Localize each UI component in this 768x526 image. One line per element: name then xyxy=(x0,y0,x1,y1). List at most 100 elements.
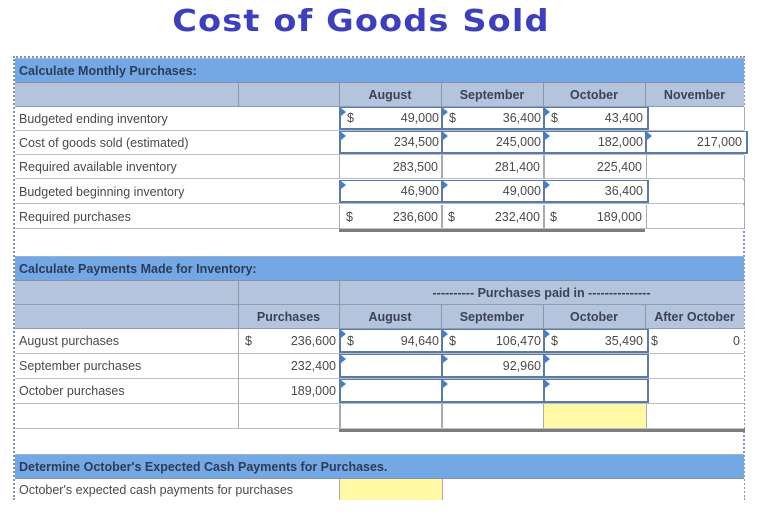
header-october: October xyxy=(543,305,646,328)
cell-value: 232,400 xyxy=(494,209,540,224)
cell-value: 35,490 xyxy=(604,333,643,348)
input-marker-icon xyxy=(341,132,346,140)
header-september: September xyxy=(441,305,544,328)
paid-september-cell[interactable]: $106,470 xyxy=(441,329,547,353)
section-title: Determine October's Expected Cash Paymen… xyxy=(19,459,388,474)
september-cell: $232,400 xyxy=(441,205,545,228)
dollar-sign: $ xyxy=(245,334,252,348)
purchases-cell: 232,400 xyxy=(238,354,341,378)
table-row: Budgeted ending inventory $49,000 $36,400… xyxy=(15,107,745,131)
cell-value: 0 xyxy=(733,334,740,348)
header-after-october: After October xyxy=(654,309,735,324)
header-blank-label xyxy=(15,281,239,304)
input-marker-icon xyxy=(545,380,550,388)
header-purchases: Purchases xyxy=(238,305,340,328)
dollar-sign: $ xyxy=(347,333,354,348)
cell-value: 234,500 xyxy=(393,135,439,149)
payments-group-header: ---------- Purchases paid in -----------… xyxy=(15,281,744,305)
october-cell[interactable]: $43,400 xyxy=(543,107,649,130)
purchases-cell xyxy=(238,404,341,428)
cell-value: 49,000 xyxy=(400,111,439,125)
row-label: Cost of goods sold (estimated) xyxy=(19,135,189,150)
cell-value: 236,600 xyxy=(392,209,438,224)
header-august: August xyxy=(339,83,442,106)
november-cell xyxy=(645,107,745,130)
cell-value: 182,000 xyxy=(597,135,643,149)
page-title: Cost of Goods Sold xyxy=(172,4,550,39)
august-cell: 283,500 xyxy=(339,155,443,178)
dollar-sign: $ xyxy=(551,111,558,125)
paid-october-total-input[interactable] xyxy=(543,404,647,428)
august-cell[interactable]: $49,000 xyxy=(339,107,445,130)
row-label: October purchases xyxy=(19,384,125,398)
paid-october-cell[interactable] xyxy=(543,354,649,378)
input-marker-icon xyxy=(545,108,550,116)
paid-october-cell[interactable]: $35,490 xyxy=(543,329,649,353)
input-marker-icon xyxy=(341,330,346,338)
paid-october-cell[interactable] xyxy=(543,379,649,403)
cell-value: 245,000 xyxy=(495,135,541,149)
paid-september-cell[interactable] xyxy=(441,379,547,403)
input-marker-icon xyxy=(545,355,550,363)
purchases-paid-in-header: ---------- Purchases paid in -----------… xyxy=(432,285,651,300)
blank-cell xyxy=(238,107,340,130)
blank-cell xyxy=(238,155,340,178)
september-cell[interactable]: $36,400 xyxy=(441,107,547,130)
dollar-sign: $ xyxy=(346,209,353,224)
october-cell[interactable]: 36,400 xyxy=(543,180,649,203)
cell-value: 225,400 xyxy=(596,159,642,174)
section-payments-header: Calculate Payments Made for Inventory: xyxy=(15,256,744,281)
payments-total-underline xyxy=(339,429,745,432)
november-cell xyxy=(645,155,745,178)
row-label: October's expected cash payments for pur… xyxy=(19,482,294,497)
section-title: Calculate Monthly Purchases: xyxy=(19,63,197,78)
section-monthly-purchases-header: Calculate Monthly Purchases: xyxy=(15,58,744,83)
header-blank-label xyxy=(15,83,239,106)
header-blank-label xyxy=(15,305,239,328)
september-cell[interactable]: 245,000 xyxy=(441,131,547,154)
november-cell[interactable]: 217,000 xyxy=(645,131,748,154)
row-label: August purchases xyxy=(19,334,120,348)
paid-after-october-cell: $0 xyxy=(645,329,744,353)
september-cell: 281,400 xyxy=(441,155,545,178)
input-marker-icon xyxy=(443,108,448,116)
paid-after-october-cell xyxy=(645,404,744,428)
cell-value: 106,470 xyxy=(495,333,541,348)
header-september: September xyxy=(441,83,544,106)
input-marker-icon xyxy=(443,132,448,140)
cell-value: 94,640 xyxy=(400,333,439,348)
cell-value: 92,960 xyxy=(502,358,541,373)
cell-value: 43,400 xyxy=(604,111,643,125)
cell-value: 217,000 xyxy=(696,135,742,149)
cell-value: 283,500 xyxy=(392,159,438,174)
dollar-sign: $ xyxy=(449,111,456,125)
november-cell xyxy=(645,180,745,203)
dollar-sign: $ xyxy=(449,333,456,348)
paid-september-cell[interactable]: 92,960 xyxy=(441,354,547,378)
table-row: Required available inventory 283,500 281,… xyxy=(15,155,745,179)
august-cell: $236,600 xyxy=(339,205,443,228)
blank-cell xyxy=(238,180,340,203)
paid-september-cell xyxy=(441,404,545,428)
paid-august-cell[interactable] xyxy=(339,354,445,378)
header-october: October xyxy=(543,83,646,106)
total-underline xyxy=(339,229,645,232)
section-october-cash-header: Determine October's Expected Cash Paymen… xyxy=(15,454,744,479)
paid-august-cell[interactable] xyxy=(339,379,445,403)
paid-august-cell xyxy=(339,404,443,428)
september-cell[interactable]: 49,000 xyxy=(441,180,547,203)
october-cell[interactable]: 182,000 xyxy=(543,131,649,154)
august-cell[interactable]: 234,500 xyxy=(339,131,445,154)
input-marker-icon xyxy=(545,181,550,189)
october-cash-payments-input[interactable] xyxy=(339,479,443,500)
purchases-cell: 189,000 xyxy=(238,379,341,403)
august-cell[interactable]: 46,900 xyxy=(339,180,445,203)
table-row: September purchases 232,400 92,960 xyxy=(15,354,744,379)
paid-august-cell[interactable]: $94,640 xyxy=(339,329,445,353)
blank-cell xyxy=(238,131,340,154)
dollar-sign: $ xyxy=(550,209,557,224)
header-november: November xyxy=(663,87,726,102)
input-marker-icon xyxy=(341,181,346,189)
input-marker-icon xyxy=(545,132,550,140)
october-cash-row: October's expected cash payments for pur… xyxy=(15,479,744,500)
